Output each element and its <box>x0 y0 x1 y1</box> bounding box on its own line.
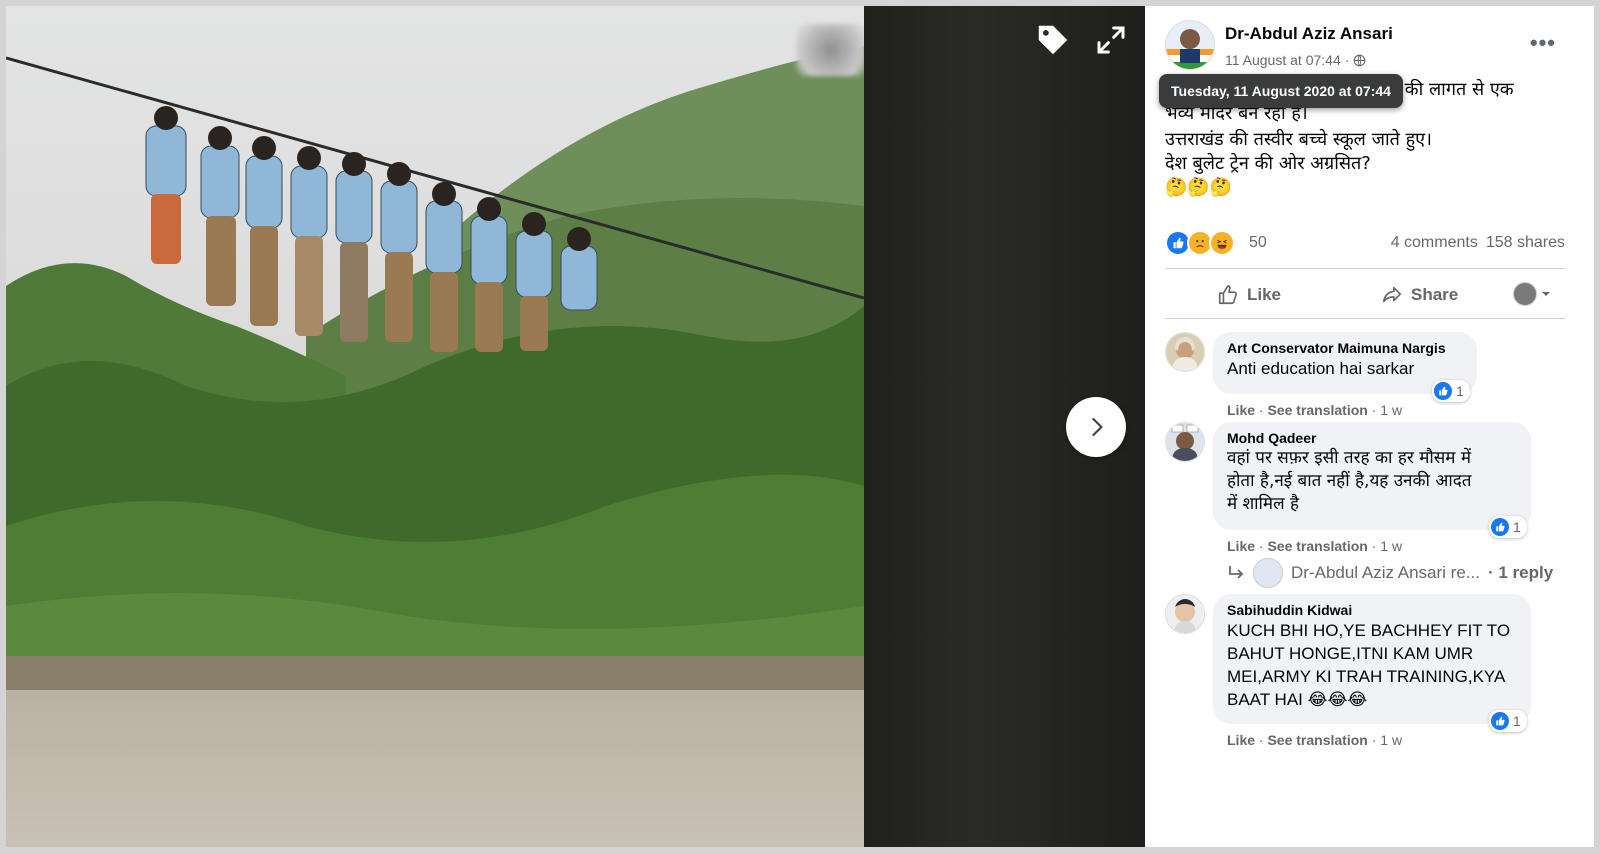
caret-down-icon <box>1542 292 1550 296</box>
comment-like-count[interactable]: 1 <box>1489 710 1527 732</box>
blurred-watermark <box>796 24 864 76</box>
meta-dot: · <box>1258 732 1264 748</box>
commenter-name[interactable]: Art Conservator Maimuna Nargis <box>1227 340 1463 356</box>
meta-dot: · <box>1371 732 1377 748</box>
fullscreen-icon[interactable] <box>1089 18 1133 62</box>
post-line: 🤔🤔🤔 <box>1165 177 1233 198</box>
globe-icon <box>1353 54 1366 66</box>
see-translation-link[interactable]: See translation <box>1267 538 1367 554</box>
comment-bubble: Mohd Qadeer वहां पर सफ़र इसी तरह का हर म… <box>1213 422 1531 530</box>
comment-meta: Like · See translation · 1 w <box>1227 402 1402 418</box>
share-button-label: Share <box>1411 285 1459 304</box>
like-count-value: 1 <box>1513 713 1521 729</box>
commenter-avatar[interactable] <box>1165 422 1205 462</box>
reply-arrow-icon <box>1229 566 1244 579</box>
post-timestamp[interactable]: 11 August at 07:44 · <box>1225 52 1366 68</box>
like-count-value: 1 <box>1456 383 1464 399</box>
post-photo[interactable] <box>6 6 864 847</box>
post-viewer: Dr-Abdul Aziz Ansari 11 August at 07:44 … <box>0 0 1600 853</box>
comment-text: वहां पर सफ़र इसी तरह का हर मौसम में होता… <box>1227 447 1517 516</box>
stats-right: 4 comments 158 shares <box>1391 234 1565 252</box>
comment-meta: Like · See translation · 1 w <box>1227 732 1402 748</box>
next-photo-button[interactable] <box>1066 397 1126 457</box>
comment-count[interactable]: 4 comments <box>1391 234 1478 252</box>
author-name[interactable]: Dr-Abdul Aziz Ansari <box>1225 24 1393 44</box>
divider-top <box>1165 268 1565 269</box>
like-reaction-icon <box>1434 382 1452 400</box>
photo-illustration <box>6 6 864 847</box>
post-stats: 50 4 comments 158 shares <box>1165 230 1565 258</box>
post-time-text[interactable]: 11 August at 07:44 · <box>1225 52 1349 68</box>
comment-line: में शामिल है <box>1227 494 1300 514</box>
comment-age[interactable]: 1 w <box>1380 538 1402 554</box>
reply-author-text: Dr-Abdul Aziz Ansari re... <box>1291 563 1480 582</box>
like-reaction-icon <box>1491 712 1509 730</box>
comment-line: होता है,नई बात नहीं है,यह उनकी आदत <box>1227 471 1472 491</box>
like-reaction-icon <box>1491 518 1509 536</box>
reply-count: · 1 reply <box>1487 563 1554 582</box>
see-translation-link[interactable]: See translation <box>1267 402 1367 418</box>
divider-bottom <box>1165 318 1565 319</box>
commenter-avatar[interactable] <box>1165 594 1205 634</box>
comment-line: BAAT HAI 😂😂😂 <box>1227 690 1368 709</box>
haha-reaction-icon <box>1209 230 1235 256</box>
comment-like-link[interactable]: Like <box>1227 732 1255 748</box>
meta-dot: · <box>1371 538 1377 554</box>
share-count[interactable]: 158 shares <box>1486 234 1565 252</box>
commenter-avatar[interactable] <box>1165 332 1205 372</box>
view-replies-link[interactable]: Dr-Abdul Aziz Ansari re... · 1 reply <box>1227 558 1567 588</box>
comment-line: KUCH BHI HO,YE BACHHEY FIT TO <box>1227 621 1511 640</box>
comment-text: KUCH BHI HO,YE BACHHEY FIT TO BAHUT HONG… <box>1227 619 1517 711</box>
comment-meta: Like · See translation · 1 w <box>1227 538 1402 554</box>
meta-dot: · <box>1371 402 1377 418</box>
commenter-name[interactable]: Mohd Qadeer <box>1227 430 1517 446</box>
comment-line: MEI,ARMY KI TRAH TRAINING,KYA <box>1227 667 1506 686</box>
viewer-avatar <box>1513 282 1537 306</box>
reply-author-avatar <box>1253 558 1283 588</box>
commenter-name[interactable]: Sabihuddin Kidwai <box>1227 602 1517 618</box>
author-avatar[interactable] <box>1165 20 1215 70</box>
comment-like-count[interactable]: 1 <box>1432 380 1470 402</box>
tag-icon[interactable] <box>1031 18 1075 62</box>
reaction-icons[interactable] <box>1165 230 1235 256</box>
chevron-right-icon <box>1091 417 1103 437</box>
meta-dot: · <box>1258 402 1264 418</box>
comment-like-count[interactable]: 1 <box>1489 516 1527 538</box>
comment-line: BAHUT HONGE,ITNI KAM UMR <box>1227 644 1474 663</box>
comment-age[interactable]: 1 w <box>1380 402 1402 418</box>
like-button[interactable]: Like <box>1217 284 1281 306</box>
post-actions: Like Share <box>1165 276 1565 318</box>
share-arrow-icon <box>1382 286 1402 303</box>
comment-line: वहां पर सफ़र इसी तरह का हर मौसम में <box>1227 448 1472 468</box>
comment-bubble: Sabihuddin Kidwai KUCH BHI HO,YE BACHHEY… <box>1213 594 1531 724</box>
post-side-panel: Dr-Abdul Aziz Ansari 11 August at 07:44 … <box>1145 6 1594 847</box>
like-count-value: 1 <box>1513 519 1521 535</box>
comment-like-link[interactable]: Like <box>1227 538 1255 554</box>
post-line: देश बुलेट ट्रेन की ओर अग्रसित? <box>1165 153 1371 174</box>
share-button[interactable]: Share <box>1381 284 1458 306</box>
comment-like-link[interactable]: Like <box>1227 402 1255 418</box>
comment-text: Anti education hai sarkar <box>1227 359 1415 378</box>
timestamp-tooltip: Tuesday, 11 August 2020 at 07:44 <box>1159 74 1403 108</box>
reaction-count[interactable]: 50 <box>1249 234 1267 252</box>
comment-age[interactable]: 1 w <box>1380 732 1402 748</box>
see-translation-link[interactable]: See translation <box>1267 732 1367 748</box>
more-options-icon[interactable]: ••• <box>1530 30 1556 56</box>
thumbs-up-icon <box>1218 285 1237 305</box>
audience-selector[interactable] <box>1513 282 1551 306</box>
post-line: उत्तराखंड की तस्वीर बच्चे स्कूल जाते हुए… <box>1165 129 1432 150</box>
like-button-label: Like <box>1247 285 1282 304</box>
meta-dot: · <box>1258 538 1264 554</box>
